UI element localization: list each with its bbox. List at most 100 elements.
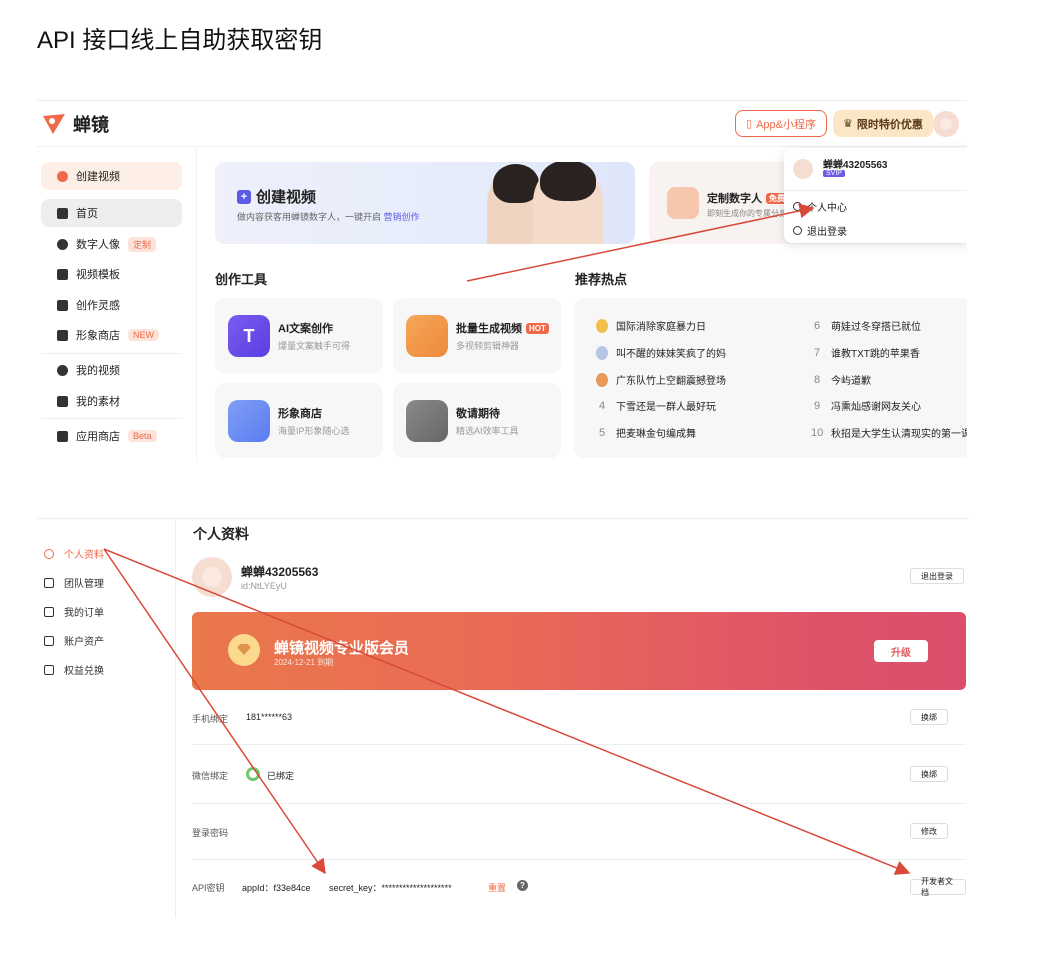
app-miniprogram-button[interactable]: ▯ App&小程序 xyxy=(735,110,827,137)
menu-item-label: 退出登录 xyxy=(807,227,847,238)
profile-username: 蝉蝉43205563 xyxy=(241,565,319,579)
hot-text: 今屿道歉 xyxy=(831,376,871,387)
hot-item[interactable]: 6 萌娃过冬穿搭已就位 xyxy=(811,318,921,334)
hot-item[interactable]: 9 冯熏灿感谢网友关心 xyxy=(811,398,921,414)
sidebar-item-my-videos[interactable]: 我的视频 xyxy=(41,356,182,384)
crown-icon: ♛ xyxy=(843,118,853,130)
reset-key-link[interactable]: 重置 xyxy=(488,881,506,894)
banner-link[interactable]: 营销创作 xyxy=(384,212,420,222)
sidebar-divider xyxy=(41,353,182,354)
create-video-banner[interactable]: + 创建视频 做内容获客用蝉镜数字人，一键开启 营销创作 xyxy=(215,162,635,244)
banner-sub-text: 做内容获客用蝉镜数字人，一键开启 xyxy=(237,212,382,222)
sidebar-item-app-store[interactable]: 应用商店 Beta xyxy=(41,422,182,450)
hot-item[interactable]: 4 下雪还是一群人最好玩 xyxy=(596,398,716,414)
sidebar-item-label: 我的订单 xyxy=(64,608,104,619)
sidebar-item-label: 我的素材 xyxy=(76,396,120,408)
menu-item-profile[interactable]: 个人中心 xyxy=(793,199,847,214)
tool-title: 敬请期待 xyxy=(456,405,500,421)
hot-text: 国际消除家庭暴力日 xyxy=(616,322,706,333)
sidebar-item-inspiration[interactable]: 创作灵感 xyxy=(41,291,182,319)
promo-button-label: 限时特价优惠 xyxy=(856,118,923,131)
menu-item-logout[interactable]: 退出登录 xyxy=(793,223,847,238)
hot-rank: 5 xyxy=(598,426,606,439)
folder-icon xyxy=(57,395,68,407)
tool-title: 形象商店 xyxy=(278,405,322,421)
sidebar-item-digital-human[interactable]: 数字人像 定制 xyxy=(41,230,182,258)
tool-ai-copywriting[interactable]: T AI文案创作 爆量文案触手可得 xyxy=(215,298,383,373)
sidebar-item-label: 账户资产 xyxy=(64,637,104,648)
custom-banner-title: 定制数字人 免费 xyxy=(707,190,788,206)
help-icon[interactable]: ? xyxy=(517,880,528,891)
main-sidebar: 创建视频 首页 数字人像 定制 视频模板 创作灵感 形象商店 NEW 我的视频 xyxy=(37,147,197,462)
tool-batch-video[interactable]: 批量生成视频 HOT 多视频剪辑神器 xyxy=(393,298,561,373)
tool-title-text: 批量生成视频 xyxy=(456,323,522,335)
logout-button[interactable]: 退出登录 xyxy=(910,568,964,584)
wechat-binding-row: 微信绑定 已绑定 换绑 xyxy=(192,745,966,804)
dropdown-divider xyxy=(784,190,967,191)
team-icon xyxy=(44,577,54,588)
wallet-icon xyxy=(44,635,54,646)
sidebar-item-my-assets[interactable]: 我的素材 xyxy=(41,387,182,415)
rebind-wechat-button[interactable]: 换绑 xyxy=(910,766,948,782)
sidebar-item-label: 应用商店 xyxy=(76,431,120,443)
tool-coming-soon[interactable]: 敬请期待 精选AI效率工具 xyxy=(393,383,561,458)
upgrade-button[interactable]: 升级 xyxy=(874,640,928,662)
api-key-row: API密钥 appId：f33e84ce secret_key：********… xyxy=(192,860,966,918)
sidebar-item-home[interactable]: 首页 xyxy=(41,199,182,227)
hot-item[interactable]: 国际消除家庭暴力日 xyxy=(596,318,706,333)
sidebar-create-label: 创建视频 xyxy=(76,171,120,183)
tool-title: 批量生成视频 HOT xyxy=(456,320,549,336)
smile-face-icon xyxy=(228,400,270,442)
sidebar-item-profile[interactable]: 个人资料 xyxy=(44,546,104,561)
document-icon xyxy=(44,606,54,617)
profile-avatar[interactable] xyxy=(192,557,232,597)
banner-title-text: 创建视频 xyxy=(256,189,317,206)
user-icon xyxy=(793,202,802,211)
sidebar-item-avatar-store[interactable]: 形象商店 NEW xyxy=(41,321,182,349)
change-password-button[interactable]: 修改 xyxy=(910,823,948,839)
text-icon xyxy=(57,299,68,311)
sidebar-item-label: 形象商店 xyxy=(76,330,120,342)
hot-rank: 6 xyxy=(813,319,821,332)
bronze-medal-icon xyxy=(596,372,608,387)
tool-avatar-store[interactable]: 形象商店 海量IP形象随心选 xyxy=(215,383,383,458)
hot-text: 叫不醒的妹妹笑疯了的妈 xyxy=(616,349,726,360)
sidebar-item-templates[interactable]: 视频模板 xyxy=(41,260,182,288)
hot-item[interactable]: 8 今屿道歉 xyxy=(811,372,871,388)
hot-text: 下雪还是一群人最好玩 xyxy=(616,402,716,413)
developer-docs-button[interactable]: 开发者文档 xyxy=(910,877,966,897)
tool-title-text: AI文案创作 xyxy=(278,323,333,335)
sidebar-item-label: 首页 xyxy=(76,208,98,220)
digital-human-image xyxy=(533,162,603,244)
user-icon xyxy=(44,548,54,559)
hot-rank: 4 xyxy=(598,399,606,412)
sidebar-item-team[interactable]: 团队管理 xyxy=(44,575,104,590)
new-tag: NEW xyxy=(128,329,159,341)
face-icon xyxy=(57,329,68,341)
logo[interactable]: 蝉镜 xyxy=(41,111,109,137)
profile-screenshot: 个人资料 团队管理 我的订单 账户资产 权益兑换 个人资料 蝉蝉43205563… xyxy=(37,518,969,918)
phone-label: 手机绑定 xyxy=(192,714,229,724)
hot-rank: 9 xyxy=(813,399,821,412)
sidebar-item-orders[interactable]: 我的订单 xyxy=(44,604,104,619)
custom-avatar-icon xyxy=(667,187,699,219)
sidebar-item-redeem[interactable]: 权益兑换 xyxy=(44,662,104,677)
tool-title-text: 形象商店 xyxy=(278,408,322,420)
hot-item[interactable]: 10 秋招是大学生认清现实的第一课 xyxy=(811,425,967,441)
hot-item[interactable]: 广东队竹上空翻震撼登场 xyxy=(596,372,726,387)
user-avatar[interactable] xyxy=(933,111,959,137)
custom-title-text: 定制数字人 xyxy=(707,193,762,205)
sidebar-create-video[interactable]: 创建视频 xyxy=(41,162,182,190)
vip-title: 蝉镜视频专业版会员 xyxy=(274,640,410,657)
hot-item[interactable]: 7 谁教TXT跳的苹果香 xyxy=(811,345,920,361)
hot-item[interactable]: 5 把麦琳金句编成舞 xyxy=(596,425,696,441)
hot-text: 把麦琳金句编成舞 xyxy=(616,429,696,440)
sidebar-item-assets[interactable]: 账户资产 xyxy=(44,633,104,648)
promo-button[interactable]: ♛ 限时特价优惠 xyxy=(833,110,933,137)
rebind-phone-button[interactable]: 换绑 xyxy=(910,709,948,725)
play-icon xyxy=(57,364,68,376)
logo-text: 蝉镜 xyxy=(73,115,109,135)
hot-item[interactable]: 叫不醒的妹妹笑疯了的妈 xyxy=(596,345,726,360)
menu-item-label: 个人中心 xyxy=(807,203,847,214)
page-title: 个人资料 xyxy=(193,526,249,542)
